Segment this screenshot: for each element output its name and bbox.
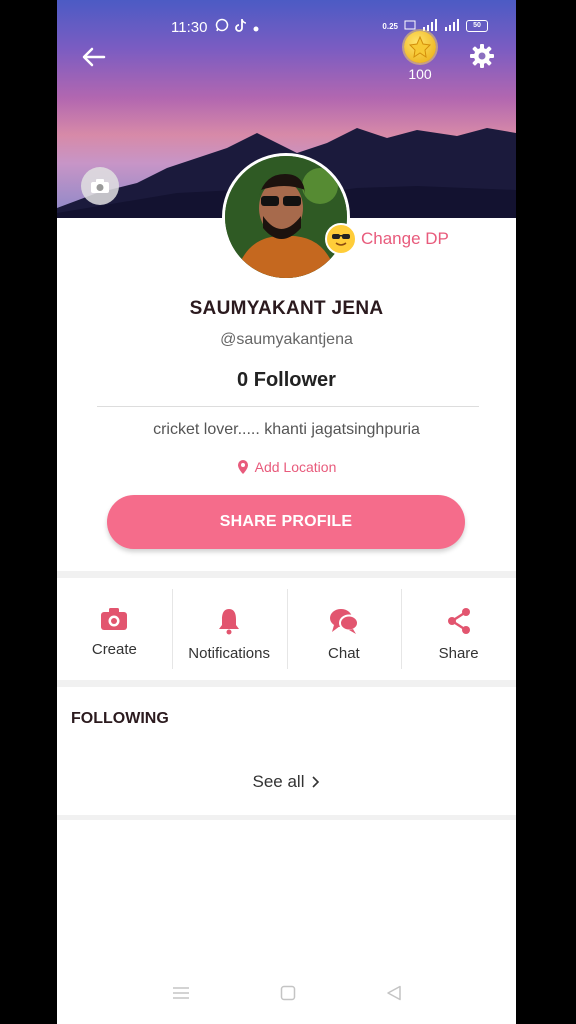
divider [97, 406, 479, 407]
coin-count: 100 [408, 66, 432, 82]
notifications-button[interactable]: Notifications [171, 585, 287, 677]
bell-icon [219, 609, 240, 635]
share-button[interactable]: Share [401, 585, 516, 677]
see-all-button[interactable]: See all [57, 772, 516, 792]
tiktok-icon [235, 18, 247, 36]
create-button[interactable]: Create [57, 585, 172, 677]
back-button[interactable] [79, 42, 109, 72]
chevron-right-icon [312, 776, 320, 788]
signal-2-icon [444, 19, 460, 33]
status-time: 11:30 [171, 19, 208, 36]
section-divider [57, 815, 516, 820]
menu-nav-icon[interactable] [172, 986, 190, 1005]
status-bar: 11:30 0.25 50 [57, 16, 516, 40]
notifications-label: Notifications [188, 645, 270, 662]
section-divider [57, 571, 516, 578]
system-nav-bar [57, 982, 516, 1008]
chat-icon [329, 609, 359, 634]
share-label: Share [438, 645, 479, 662]
share-icon [447, 608, 470, 634]
location-pin-icon [237, 460, 248, 474]
profile-handle: @saumyakantjena [220, 331, 353, 348]
change-cover-button[interactable] [81, 167, 119, 205]
profile-screen: 11:30 0.25 50 100 Change DP SAUMYAKANT J… [57, 0, 516, 1024]
add-location-button[interactable]: Add Location [57, 459, 516, 475]
action-row: Create Notifications Chat Share [57, 585, 516, 677]
sunglasses-emoji-icon [325, 223, 357, 255]
change-dp-button[interactable]: Change DP [325, 223, 449, 255]
battery-icon: 50 [466, 20, 488, 32]
settings-button[interactable] [467, 41, 497, 71]
avatar[interactable] [222, 153, 350, 281]
create-label: Create [91, 641, 137, 658]
add-location-label: Add Location [254, 459, 337, 475]
following-title: FOLLOWING [71, 710, 169, 727]
share-profile-button[interactable]: SHARE PROFILE [107, 495, 465, 549]
section-divider [57, 680, 516, 687]
chat-label: Chat [328, 645, 360, 662]
network-speed: 0.25 [382, 21, 398, 31]
profile-bio: cricket lover..... khanti jagatsinghpuri… [153, 421, 420, 438]
chat-button[interactable]: Chat [286, 585, 402, 677]
back-nav-icon[interactable] [386, 985, 402, 1006]
coin-icon[interactable] [404, 31, 436, 63]
whatsapp-icon [215, 18, 229, 36]
profile-name: SAUMYAKANT JENA [189, 298, 384, 319]
follower-count[interactable]: 0 Follower [57, 369, 516, 392]
arrow-left-icon [82, 47, 106, 67]
camera-icon [101, 608, 128, 630]
gear-icon [470, 44, 494, 68]
home-nav-icon[interactable] [280, 985, 296, 1006]
change-dp-label: Change DP [361, 229, 449, 248]
see-all-label: See all [252, 772, 305, 791]
camera-icon [91, 179, 109, 193]
notification-dot-icon [253, 19, 259, 36]
